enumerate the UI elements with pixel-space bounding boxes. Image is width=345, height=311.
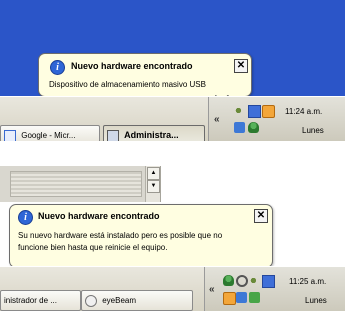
info-icon: i [50,60,65,75]
computer-icon [107,129,119,141]
system-tray: « 11:25 a.m. Lunes [204,267,345,311]
update-icon[interactable] [262,105,275,118]
usb-safely-remove-icon[interactable] [249,275,260,286]
messenger-icon[interactable] [234,122,245,133]
network-icon[interactable] [248,105,261,118]
close-button[interactable]: ✕ [254,209,268,223]
network-icon[interactable] [262,275,275,288]
taskbar-button-google[interactable]: Google - Micr... [0,125,100,141]
security-icon[interactable] [249,292,260,303]
close-button[interactable]: ✕ [234,59,248,73]
clock-day[interactable]: Lunes [302,126,324,135]
show-hidden-icons-chevron[interactable]: « [214,114,220,125]
taskbar: Google - Micr... Administra... « 11:24 a… [0,96,345,141]
show-hidden-icons-chevron[interactable]: « [209,284,215,295]
buddy-icon[interactable] [248,122,259,133]
notification-balloon[interactable]: i Nuevo hardware encontrado ✕ Su nuevo h… [9,204,273,268]
usb-safely-remove-icon[interactable] [234,105,245,116]
taskbar-button-label: eyeBeam [102,296,137,305]
system-tray: « 11:24 a.m. Lunes [208,97,345,141]
window-content [10,171,142,197]
scroll-up-button[interactable]: ▲ [147,167,160,180]
vertical-scrollbar[interactable]: ▲ ▼ [145,166,160,202]
antivirus-icon[interactable] [236,275,248,287]
clock-time[interactable]: 11:25 a.m. [289,277,326,286]
screenshot-top: i Nuevo hardware encontrado ✕ Dispositiv… [0,0,345,141]
taskbar-button-admin[interactable]: Administra... [103,125,205,141]
balloon-message-line-2: funcione bien hasta que reinicie el equi… [18,243,168,252]
balloon-title: Nuevo hardware encontrado [38,211,160,221]
taskbar-button-label: Google - Micr... [21,131,76,140]
taskbar-button-admin[interactable]: inistrador de ... [0,290,81,311]
info-icon: i [18,210,33,225]
notification-balloon[interactable]: i Nuevo hardware encontrado ✕ Dispositiv… [38,53,252,97]
balloon-message: Dispositivo de almacenamiento masivo USB [49,80,206,89]
update-icon[interactable] [223,292,236,305]
clock-day[interactable]: Lunes [305,296,327,305]
clock-time[interactable]: 11:24 a.m. [285,107,322,116]
taskbar-button-label: inistrador de ... [4,296,57,305]
browser-icon [4,129,16,141]
balloon-title: Nuevo hardware encontrado [71,61,193,71]
background-window: ▲ ▼ [0,166,161,202]
taskbar: inistrador de ... eyeBeam « 11:25 a.m. L… [0,266,345,311]
messenger-icon[interactable] [236,292,247,303]
eyebeam-icon [85,294,97,307]
taskbar-button-label: Administra... [124,130,179,140]
balloon-message-line-1: Su nuevo hardware está instalado pero es… [18,231,223,240]
buddy-icon[interactable] [223,275,234,286]
screenshot-bottom: ▲ ▼ i Nuevo hardware encontrado ✕ Su nue… [0,166,345,311]
scroll-down-button[interactable]: ▼ [147,180,160,193]
taskbar-button-eyebeam[interactable]: eyeBeam [81,290,193,311]
